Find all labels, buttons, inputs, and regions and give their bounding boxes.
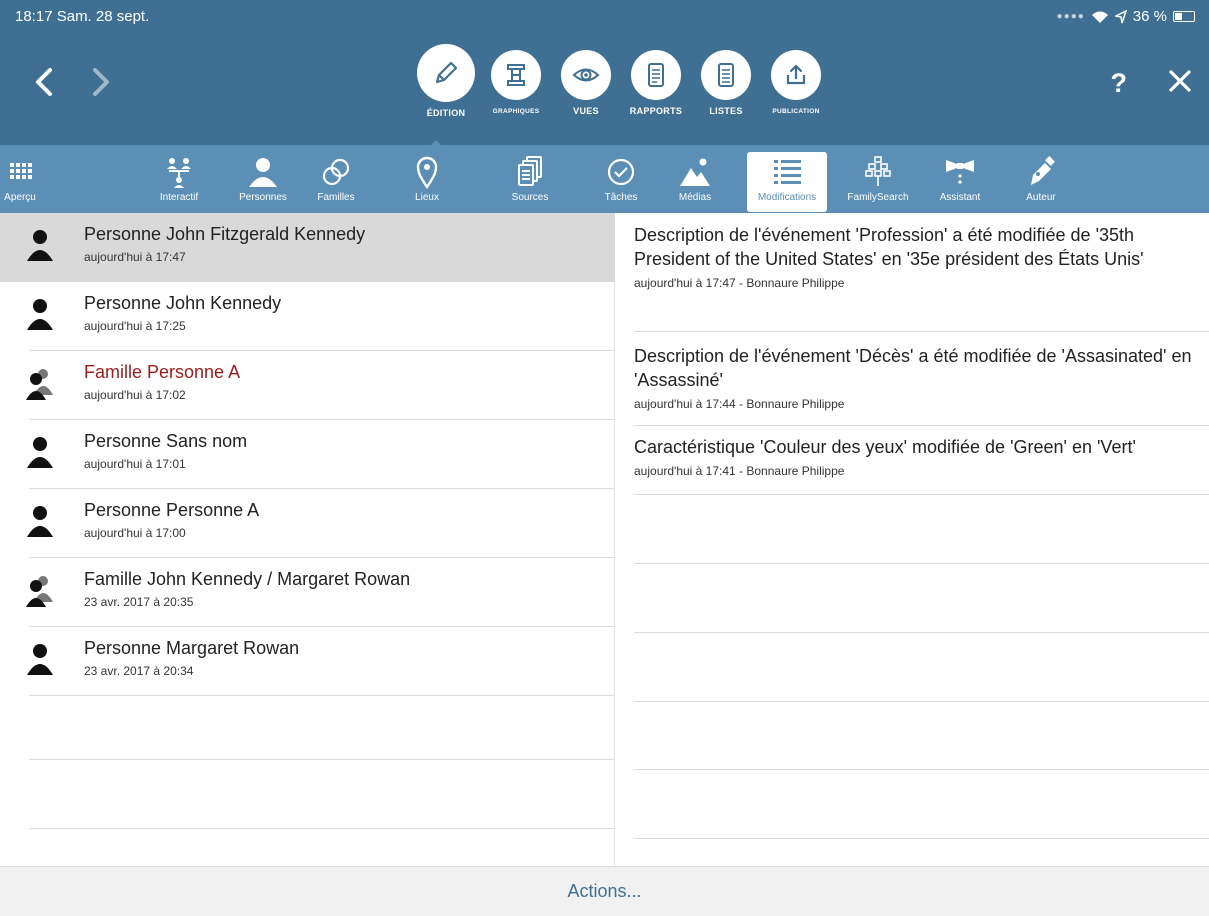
detail-divider (634, 563, 1209, 564)
mode-graphiques[interactable]: GRAPHIQUES (481, 50, 551, 118)
tool-personnes[interactable]: Personnes (223, 155, 303, 203)
detail-divider (634, 769, 1209, 770)
person-icon (27, 437, 53, 468)
list-doc-icon (701, 50, 751, 100)
person-icon (27, 644, 53, 675)
status-bar: 18:17 Sam. 28 sept. ●●●● 36 % (0, 0, 1209, 34)
person-icon (27, 506, 53, 537)
tool-familles[interactable]: Familles (296, 155, 376, 203)
tool-sources[interactable]: Sources (490, 155, 570, 203)
tool-familysearch[interactable]: FamilySearch (838, 155, 918, 203)
help-button[interactable]: ? (1111, 68, 1128, 99)
familysearch-icon (865, 156, 891, 186)
report-icon (631, 50, 681, 100)
tool-interactif[interactable]: Interactif (139, 155, 219, 203)
close-icon[interactable] (1165, 66, 1195, 96)
detail-item: Description de l'événement 'Profession' … (634, 225, 1144, 290)
tool-taches[interactable]: Tâches (581, 155, 661, 203)
grid-icon (10, 163, 32, 179)
family-tree-icon (167, 158, 191, 188)
status-time: 18:17 Sam. 28 sept. (15, 8, 150, 25)
detail-divider (634, 838, 1209, 839)
change-details: Description de l'événement 'Profession' … (616, 213, 1209, 866)
location-icon (1114, 9, 1127, 23)
list-icon (774, 160, 801, 184)
person-icon (27, 299, 53, 330)
mode-rapports[interactable]: RAPPORTS (621, 50, 691, 118)
tool-medias[interactable]: Médias (655, 155, 735, 203)
tool-apercu[interactable]: Aperçu (0, 155, 45, 203)
battery-percent: 36 % (1132, 8, 1167, 25)
change-row[interactable]: Famille John Kennedy / Margaret Rowan 23… (0, 558, 615, 627)
family-icon (26, 369, 53, 400)
documents-icon (518, 156, 542, 186)
mode-listes[interactable]: LISTES (691, 50, 761, 118)
tool-auteur[interactable]: Auteur (1001, 155, 1081, 203)
actions-button[interactable]: Actions... (0, 881, 1209, 902)
change-row[interactable]: Personne Margaret Rowan 23 avr. 2017 à 2… (0, 627, 615, 696)
person-icon (249, 158, 277, 187)
changes-list: Personne John Fitzgerald Kennedy aujourd… (0, 213, 615, 866)
detail-divider (634, 425, 1209, 426)
detail-divider (634, 632, 1209, 633)
change-row[interactable]: Famille Personne A aujourd'hui à 17:02 (0, 351, 615, 420)
eye-icon (561, 50, 611, 100)
mode-vues[interactable]: VUES (551, 50, 621, 118)
detail-divider (634, 701, 1209, 702)
person-icon (27, 230, 53, 261)
change-row[interactable]: Personne Personne A aujourd'hui à 17:00 (0, 489, 615, 558)
list-divider (29, 759, 615, 760)
mode-publication[interactable]: PUBLICATION (761, 50, 831, 118)
change-row[interactable]: Personne Sans nom aujourd'hui à 17:01 (0, 420, 615, 489)
mode-edition[interactable]: ÉDITION (411, 44, 481, 118)
tool-modifications[interactable]: Modifications (747, 152, 827, 212)
battery-icon (1173, 11, 1195, 22)
detail-divider (634, 494, 1209, 495)
wifi-icon (1091, 11, 1108, 23)
check-circle-icon (607, 158, 635, 186)
upload-icon (771, 50, 821, 100)
bowtie-icon (946, 160, 974, 184)
change-row[interactable]: Personne John Kennedy aujourd'hui à 17:2… (0, 282, 615, 351)
top-header: 18:17 Sam. 28 sept. ●●●● 36 % ÉDITION GR… (0, 0, 1209, 150)
tool-lieux[interactable]: Lieux (387, 155, 467, 203)
detail-item: Description de l'événement 'Décès' a été… (634, 346, 1192, 411)
pen-icon (1031, 156, 1055, 185)
actions-bar: Actions... (0, 866, 1209, 916)
detail-divider (634, 331, 1209, 332)
rings-icon (322, 158, 350, 186)
back-arrow-icon[interactable] (30, 62, 60, 102)
list-divider (29, 828, 615, 829)
mode-bar: ÉDITION GRAPHIQUES VUES RAPPORTS LISTES (411, 44, 831, 118)
tool-assistant[interactable]: Assistant (920, 155, 1000, 203)
forward-arrow-icon[interactable] (85, 62, 115, 102)
signal-dots-icon: ●●●● (1056, 11, 1085, 22)
edit-toolbar: Aperçu Interactif Personnes Familles Lie… (0, 145, 1209, 213)
chart-tree-icon (491, 50, 541, 100)
pencil-icon (417, 44, 475, 102)
mountain-icon (680, 158, 710, 186)
family-icon (26, 576, 53, 607)
status-right: ●●●● 36 % (1057, 8, 1195, 25)
detail-item: Caractéristique 'Couleur des yeux' modif… (634, 437, 1136, 478)
change-row[interactable]: Personne John Fitzgerald Kennedy aujourd… (0, 213, 615, 282)
pin-icon (416, 156, 438, 189)
